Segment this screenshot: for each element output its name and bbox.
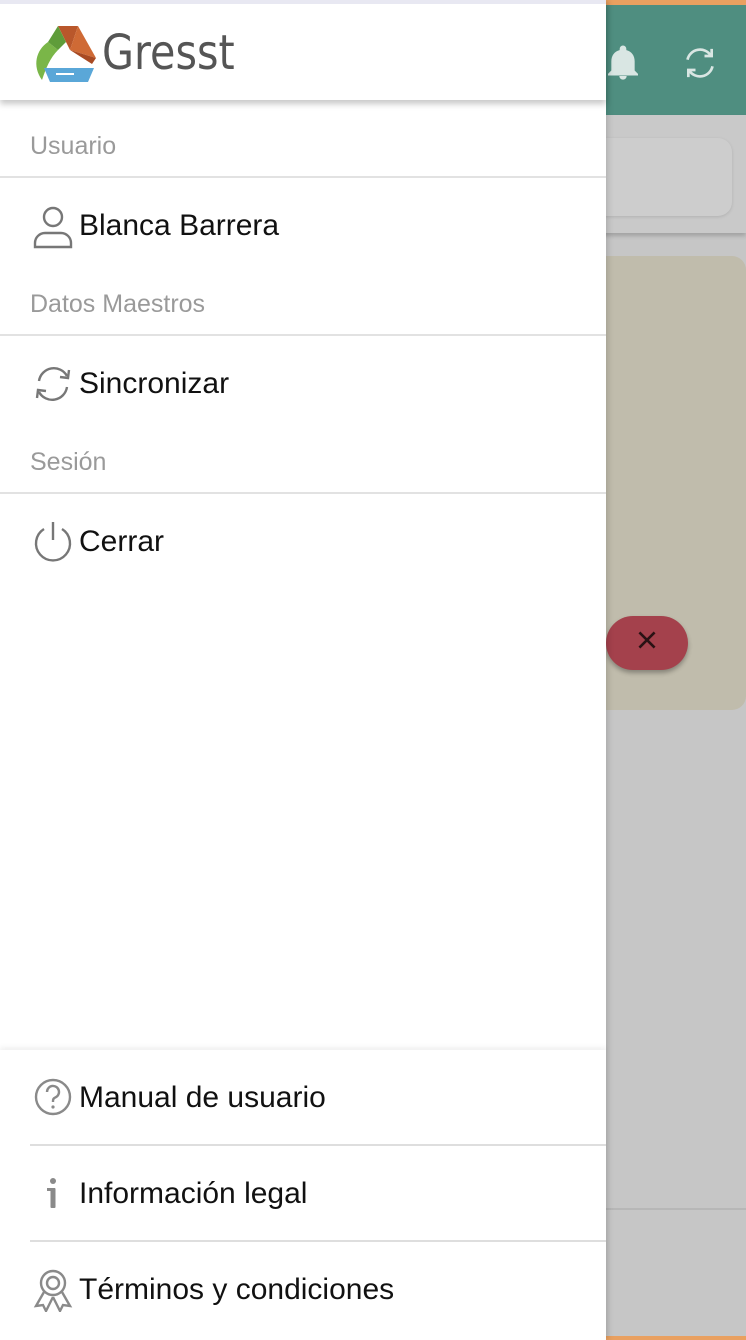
side-drawer: Gresst Usuario Blanca Barrera Datos Maes… — [0, 0, 606, 1340]
footer-item-legal[interactable]: Información legal — [0, 1146, 606, 1240]
bottom-accent-line — [606, 1336, 746, 1340]
menu-item-label: Sincronizar — [79, 367, 230, 400]
brand-name: Gresst — [102, 25, 235, 81]
bell-icon[interactable] — [603, 43, 643, 83]
footer-item-terminos[interactable]: Términos y condiciones — [0, 1242, 606, 1336]
drawer-footer: Manual de usuario Información legal Térm… — [0, 1050, 606, 1340]
close-icon — [634, 627, 660, 659]
close-fab-button[interactable] — [606, 616, 688, 670]
menu-item-sincronizar[interactable]: Sincronizar — [0, 344, 606, 424]
section-title-datos-maestros: Datos Maestros — [30, 290, 206, 318]
drawer-header: Gresst — [0, 0, 606, 100]
award-icon — [30, 1266, 76, 1314]
help-circle-icon — [30, 1074, 76, 1120]
background-divider — [606, 1208, 746, 1210]
gresst-logo-icon — [36, 26, 96, 82]
section-divider — [0, 176, 606, 178]
footer-item-manual[interactable]: Manual de usuario — [0, 1050, 606, 1144]
menu-item-user[interactable]: Blanca Barrera — [0, 186, 606, 266]
footer-item-label: Términos y condiciones — [79, 1273, 395, 1306]
menu-item-cerrar[interactable]: Cerrar — [0, 502, 606, 582]
footer-item-label: Información legal — [79, 1177, 308, 1210]
power-icon — [30, 519, 76, 565]
sync-icon[interactable] — [680, 43, 720, 83]
user-icon — [30, 203, 76, 249]
section-title-usuario: Usuario — [30, 132, 117, 160]
section-divider — [0, 492, 606, 494]
brand-logo[interactable]: Gresst — [30, 22, 256, 84]
section-title-sesion: Sesión — [30, 448, 107, 476]
footer-item-label: Manual de usuario — [79, 1081, 326, 1114]
sync-icon — [30, 361, 76, 407]
section-divider — [0, 334, 606, 336]
menu-item-label: Cerrar — [79, 525, 165, 558]
menu-item-label: Blanca Barrera — [79, 209, 280, 242]
info-icon — [30, 1170, 76, 1216]
